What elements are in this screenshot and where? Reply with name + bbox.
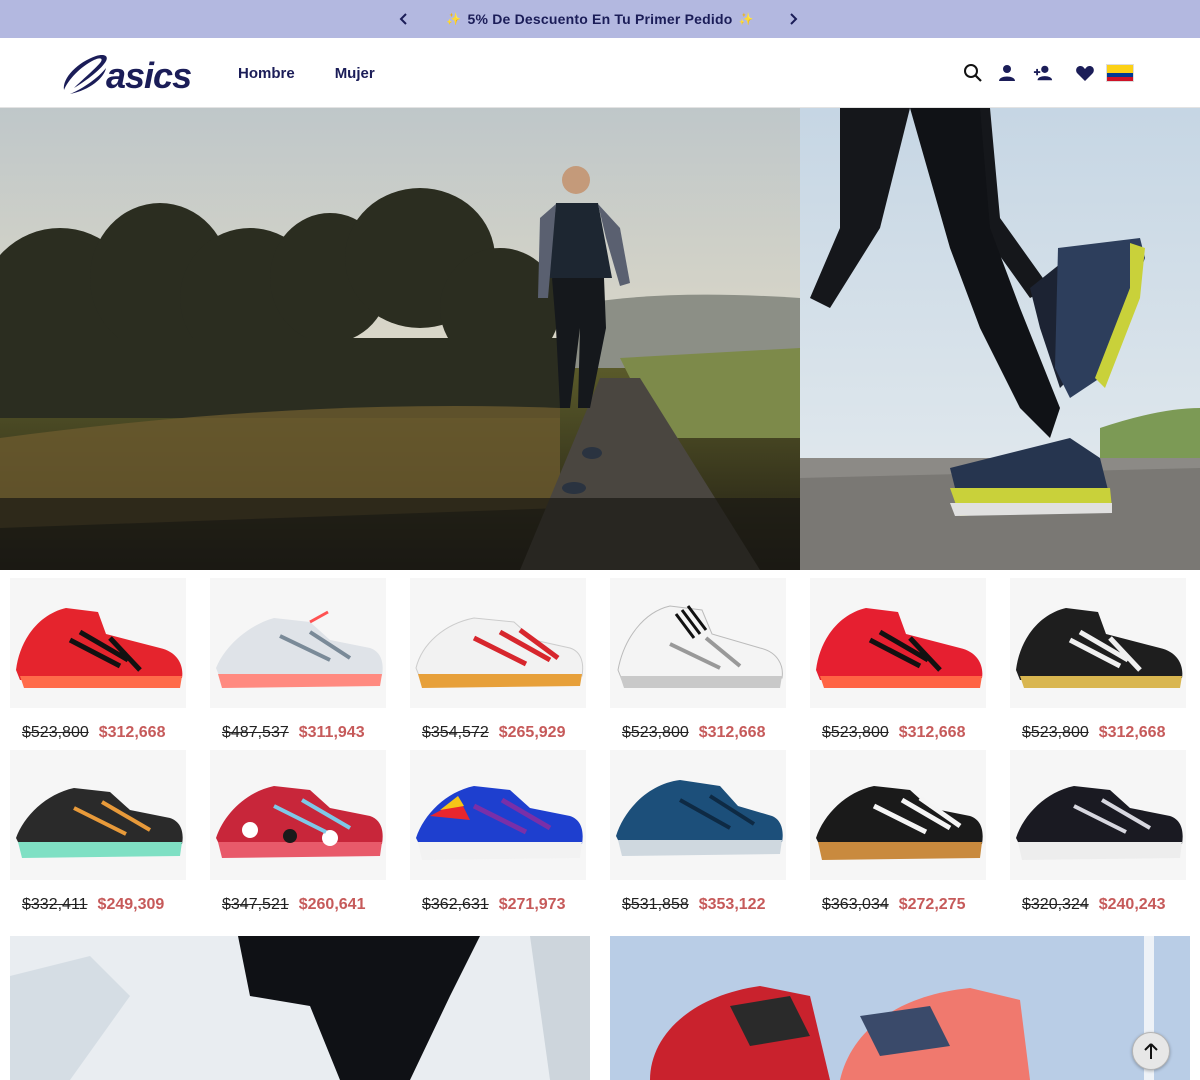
product-image <box>810 750 986 880</box>
product-image <box>810 578 986 708</box>
product-card[interactable]: $523,800 $312,668 <box>610 578 790 748</box>
promo-message[interactable]: ✨ 5% De Descuento En Tu Primer Pedido ✨ <box>446 11 753 27</box>
colombia-flag-icon[interactable] <box>1106 64 1134 82</box>
product-image <box>10 750 186 880</box>
promo-prev-button[interactable] <box>394 9 414 29</box>
site-header: asics Hombre Mujer <box>0 38 1200 108</box>
chevron-right-icon <box>790 13 798 25</box>
product-image <box>1010 750 1186 880</box>
register-button[interactable] <box>1032 62 1054 84</box>
original-price: $347,521 <box>222 896 289 913</box>
arrow-up-icon <box>1144 1043 1158 1059</box>
original-price: $332,411 <box>22 896 88 913</box>
original-price: $523,800 <box>1022 724 1089 741</box>
product-image <box>610 578 786 708</box>
sale-price: $249,309 <box>97 896 165 913</box>
promo-next-button[interactable] <box>783 9 803 29</box>
price-group: $354,572 $265,929 <box>422 724 565 742</box>
nav-hombre[interactable]: Hombre <box>238 65 295 82</box>
original-price: $320,324 <box>1022 896 1089 913</box>
sale-price: $353,122 <box>698 896 766 913</box>
product-card[interactable]: $362,631 $271,973 <box>410 750 590 920</box>
price-group: $363,034 $272,275 <box>822 896 965 914</box>
product-image <box>210 578 386 708</box>
promo-text: 5% De Descuento En Tu Primer Pedido <box>467 11 733 27</box>
original-price: $523,800 <box>822 724 889 741</box>
asics-logo[interactable]: asics <box>60 48 206 98</box>
product-card[interactable]: $523,800 $312,668 <box>10 578 190 748</box>
sale-price: $312,668 <box>1098 724 1166 741</box>
search-icon <box>964 64 982 82</box>
register-icon <box>1033 65 1053 81</box>
price-group: $347,521 $260,641 <box>222 896 365 914</box>
product-card[interactable]: $531,858 $353,122 <box>610 750 790 920</box>
price-group: $362,631 $271,973 <box>422 896 565 914</box>
product-card[interactable]: $320,324 $240,243 <box>1010 750 1190 920</box>
sale-price: $312,668 <box>98 724 166 741</box>
original-price: $362,631 <box>422 896 489 913</box>
asics-logo-mark: asics <box>63 54 192 96</box>
sale-price: $312,668 <box>698 724 766 741</box>
wishlist-icon <box>1076 66 1094 81</box>
price-group: $332,411 $249,309 <box>22 896 164 914</box>
original-price: $354,572 <box>422 724 489 741</box>
price-group: $523,800 $312,668 <box>622 724 765 742</box>
sale-price: $240,243 <box>1098 896 1166 913</box>
price-group: $523,800 $312,668 <box>822 724 965 742</box>
price-group: $531,858 $353,122 <box>622 896 765 914</box>
product-card[interactable]: $332,411 $249,309 <box>10 750 190 920</box>
product-row: $332,411 $249,309 $347,521 $260,641 $362… <box>10 750 1190 920</box>
product-row: $523,800 $312,668 $487,537 $311,943 $354… <box>10 578 1190 748</box>
product-card[interactable]: $354,572 $265,929 <box>410 578 590 748</box>
main-nav: Hombre Mujer <box>238 38 375 108</box>
wishlist-button[interactable] <box>1074 62 1096 84</box>
original-price: $487,537 <box>222 724 289 741</box>
original-price: $531,858 <box>622 896 689 913</box>
price-group: $523,800 $312,668 <box>22 724 165 742</box>
product-image <box>410 750 586 880</box>
back-to-top-button[interactable] <box>1132 1032 1170 1070</box>
banner-shoes-image[interactable] <box>610 936 1190 1080</box>
product-card[interactable]: $363,034 $272,275 <box>810 750 990 920</box>
chevron-left-icon <box>399 13 407 25</box>
price-group: $320,324 $240,243 <box>1022 896 1165 914</box>
account-button[interactable] <box>996 62 1018 84</box>
sale-price: $271,973 <box>498 896 566 913</box>
nav-mujer[interactable]: Mujer <box>335 65 375 82</box>
price-group: $487,537 $311,943 <box>222 724 365 742</box>
search-button[interactable] <box>962 62 984 84</box>
product-image <box>1010 578 1186 708</box>
product-card[interactable]: $487,537 $311,943 <box>210 578 390 748</box>
original-price: $523,800 <box>22 724 89 741</box>
original-price: $523,800 <box>622 724 689 741</box>
product-image <box>10 578 186 708</box>
banner-leggings-image[interactable] <box>10 936 590 1080</box>
account-icon <box>999 65 1015 81</box>
sparkle-icon: ✨ <box>446 12 462 26</box>
hero-runner-landscape-image <box>0 108 800 570</box>
price-group: $523,800 $312,668 <box>1022 724 1165 742</box>
sale-price: $311,943 <box>298 724 365 741</box>
sale-price: $312,668 <box>898 724 966 741</box>
promo-bar: ✨ 5% De Descuento En Tu Primer Pedido ✨ <box>0 0 1200 38</box>
product-card[interactable]: $523,800 $312,668 <box>1010 578 1190 748</box>
product-card[interactable]: $347,521 $260,641 <box>210 750 390 920</box>
sale-price: $265,929 <box>498 724 566 741</box>
svg-text:asics: asics <box>106 55 191 96</box>
header-icons <box>962 38 1134 108</box>
sale-price: $272,275 <box>898 896 966 913</box>
product-image <box>610 750 786 880</box>
sparkle-icon: ✨ <box>738 12 754 26</box>
product-card[interactable]: $523,800 $312,668 <box>810 578 990 748</box>
hero-banner[interactable] <box>0 108 1200 570</box>
original-price: $363,034 <box>822 896 889 913</box>
hero-running-legs-image <box>800 108 1200 570</box>
product-image <box>410 578 586 708</box>
product-image <box>210 750 386 880</box>
sale-price: $260,641 <box>298 896 366 913</box>
